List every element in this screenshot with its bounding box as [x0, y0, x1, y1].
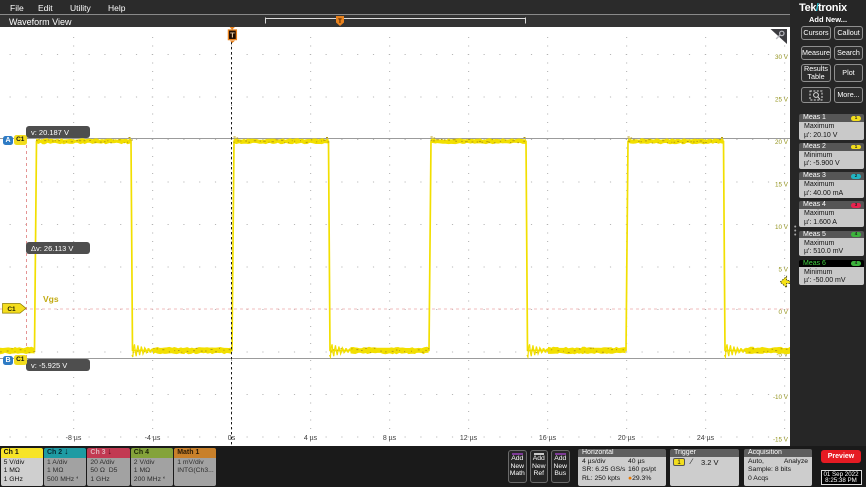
svg-text:30 V: 30 V [775, 54, 789, 61]
svg-text:8 µs: 8 µs [383, 435, 397, 442]
svg-text:4 µs: 4 µs [304, 435, 318, 442]
svg-text:0 V: 0 V [779, 309, 789, 316]
svg-text:15 V: 15 V [775, 182, 789, 189]
svg-text:16 µs: 16 µs [539, 435, 557, 442]
svg-text:Vgs: Vgs [43, 294, 59, 304]
svg-text:12 µs: 12 µs [460, 435, 478, 442]
svg-text:5 V: 5 V [779, 267, 789, 274]
svg-text:-8 µs: -8 µs [66, 435, 82, 442]
svg-text:25 V: 25 V [775, 97, 789, 104]
svg-text:C1: C1 [7, 306, 16, 313]
svg-text:20 µs: 20 µs [618, 435, 636, 442]
svg-text:-15 V: -15 V [773, 437, 789, 444]
svg-text:T: T [230, 31, 235, 40]
svg-text:-4 µs: -4 µs [145, 435, 161, 442]
svg-text:-10 V: -10 V [773, 394, 789, 401]
svg-text:24 µs: 24 µs [697, 435, 715, 442]
svg-text:T: T [338, 19, 342, 25]
svg-text:20 V: 20 V [775, 139, 789, 146]
svg-text:10 V: 10 V [775, 224, 789, 231]
